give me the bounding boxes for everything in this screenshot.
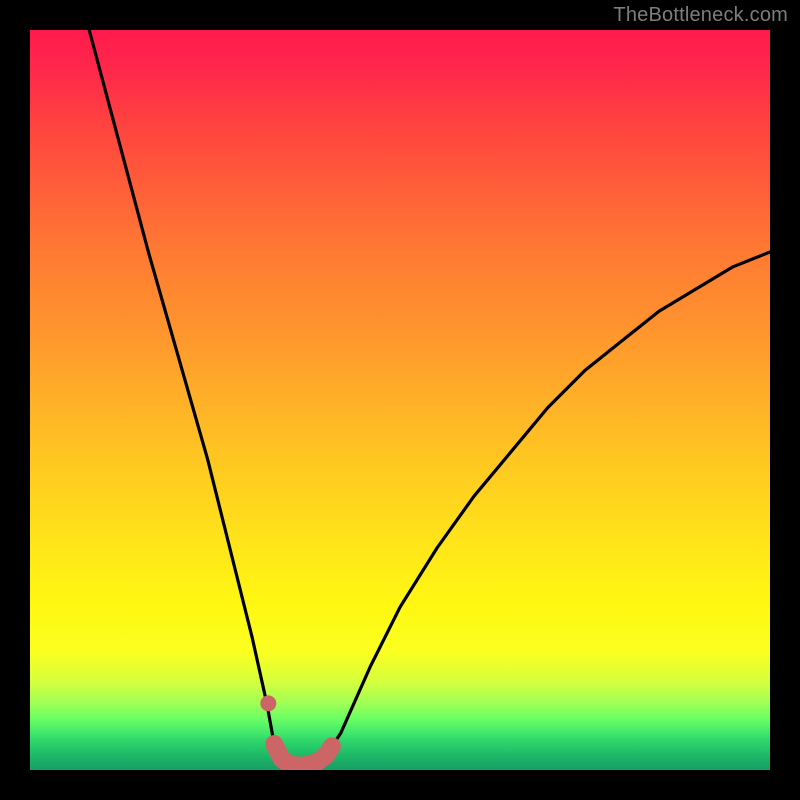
bottleneck-curve — [89, 30, 770, 766]
curve-layer — [30, 30, 770, 770]
trough-highlight-segment — [274, 744, 332, 766]
plot-area — [30, 30, 770, 770]
chart-stage: TheBottleneck.com — [0, 0, 800, 800]
trough-highlight-dot — [260, 695, 276, 711]
watermark-text: TheBottleneck.com — [613, 4, 788, 27]
